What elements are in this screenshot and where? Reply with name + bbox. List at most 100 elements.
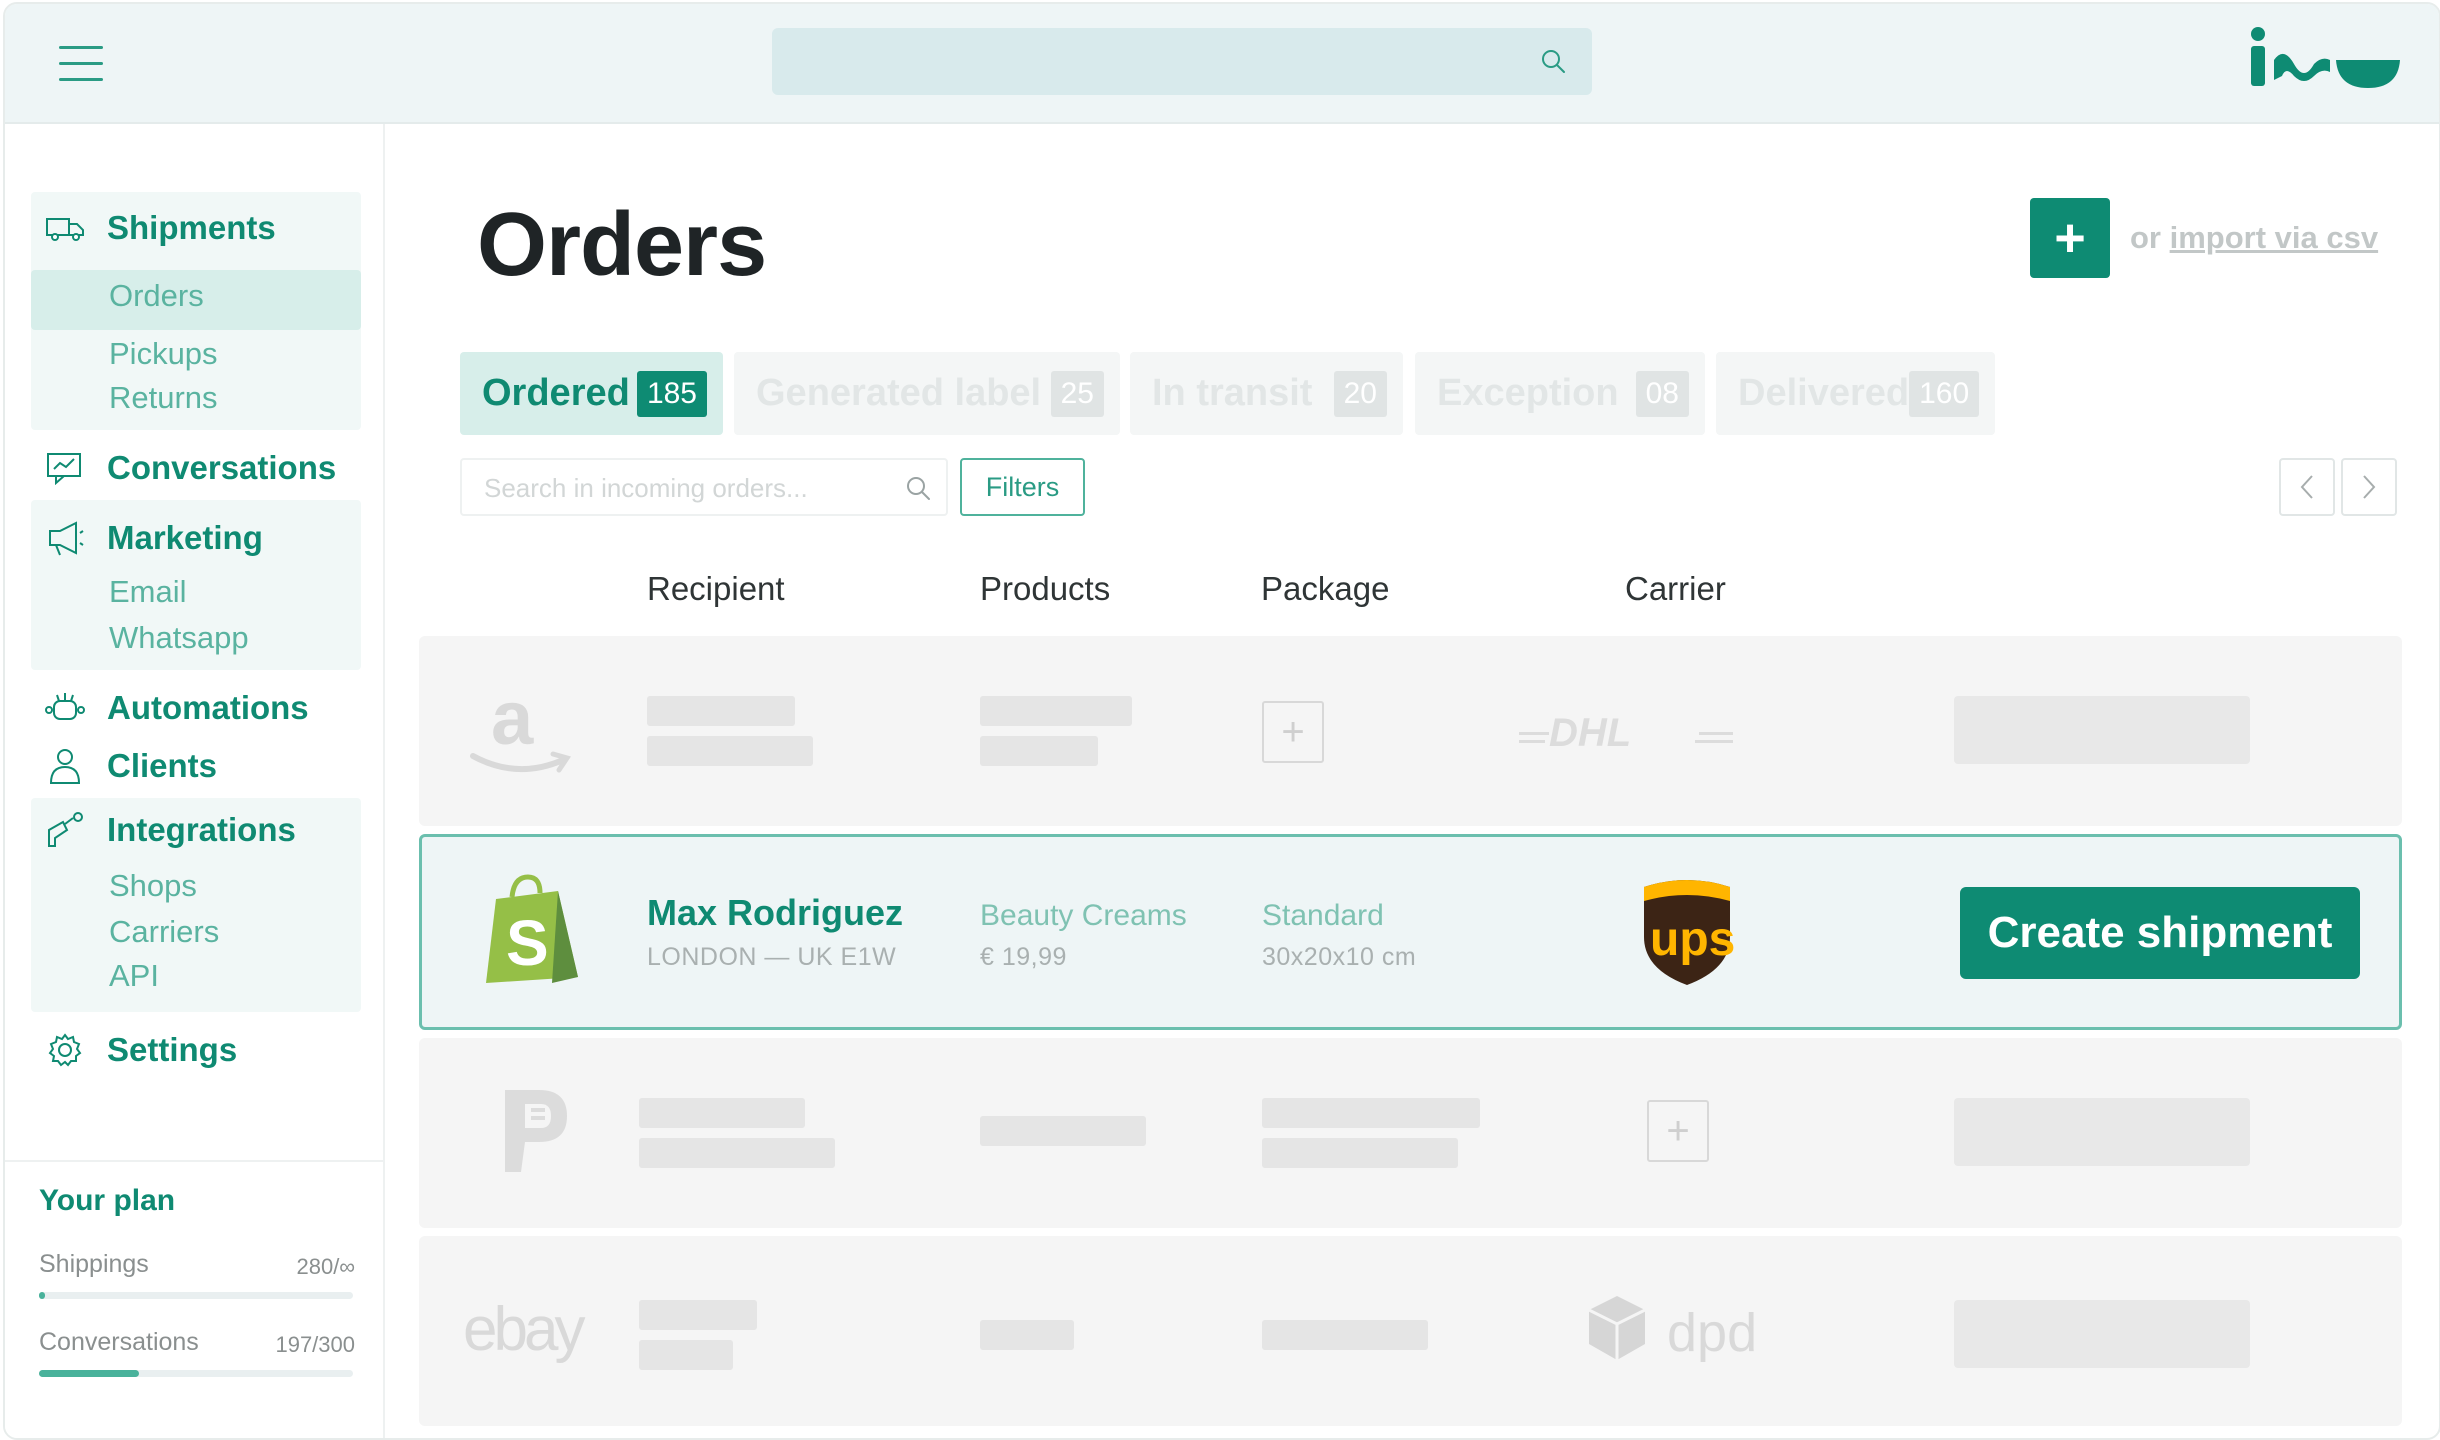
tab-count: 20 [1333,370,1387,417]
top-bar [5,4,2439,124]
filters-button[interactable]: Filters [960,458,1085,516]
amazon-logo: a [470,686,571,773]
add-carrier-icon[interactable]: + [1647,1100,1709,1162]
sidebar-item-integrations[interactable]: Integrations [31,808,296,852]
main-content: Orders + or import via csv Ordered 185 G… [385,124,2439,1438]
search-icon [1542,50,1565,73]
sidebar-item-orders[interactable]: Orders [109,278,204,314]
placeholder-bar [980,696,1132,726]
tab-generated-label[interactable]: Generated label 25 [734,352,1120,435]
import-csv-link[interactable]: import via csv [2170,220,2378,255]
plan-shippings-value: 280/∞ [296,1254,355,1279]
placeholder-bar [639,1138,835,1168]
sidebar-item-marketing[interactable]: Marketing [31,516,263,560]
prev-page-button[interactable] [2279,458,2335,516]
sidebar-item-label: Automations [107,689,309,726]
recipient-address: LONDON — UK E1W [647,943,897,971]
placeholder-bar [647,736,813,766]
plan-shippings-bar [39,1292,353,1299]
sidebar-item-automations[interactable]: Automations [31,686,309,730]
tab-label: Exception [1437,372,1619,414]
brand-logo[interactable] [2250,26,2402,95]
global-search-input[interactable] [772,28,1592,95]
dpd-cube-icon [1588,1296,1646,1360]
sidebar-item-carriers[interactable]: Carriers [109,914,219,950]
product-name: Beauty Creams [980,899,1187,932]
user-icon [45,746,85,786]
menu-icon[interactable] [59,44,103,82]
ebay-logo: ebay [463,1295,585,1364]
sidebar-item-pickups[interactable]: Pickups [109,336,218,372]
plan-conversations-value: 197/300 [275,1332,355,1357]
table-row[interactable]: + [419,1038,2402,1228]
sidebar-item-label: Integrations [107,811,296,848]
paypal-logo [505,1090,567,1172]
import-prefix: or [2130,220,2170,255]
tab-label: In transit [1152,372,1313,414]
dpd-logo: dpd [1667,1303,1758,1363]
svg-text:ups: ups [1650,913,1734,966]
table-row[interactable]: a + DHL [419,636,2402,826]
plan-conversations-fill [39,1370,140,1377]
placeholder-bar [1262,1320,1428,1350]
orders-search [460,458,948,516]
placeholder-bar [980,736,1098,766]
plug-icon [45,810,85,850]
sidebar-item-label: Settings [107,1031,238,1068]
plan-conversations-bar [39,1370,353,1377]
plan-shippings-label: Shippings [39,1250,149,1278]
dhl-logo: DHL [1519,716,1733,752]
placeholder-bar [639,1098,805,1128]
sidebar-item-label: Conversations [107,449,337,486]
tab-count: 160 [1909,370,1980,417]
app-window: Shipments Orders Pickups Returns Convers… [3,2,2440,1440]
sidebar-item-label: Shipments [107,209,276,246]
sidebar-item-shops[interactable]: Shops [109,868,197,904]
sidebar-item-clients[interactable]: Clients [31,744,217,788]
orders-search-input[interactable] [482,472,886,505]
column-recipient: Recipient [647,570,785,607]
column-package: Package [1261,570,1390,607]
shopify-logo: S [486,874,578,983]
package-type: Standard [1262,899,1384,932]
next-page-button[interactable] [2341,458,2397,516]
plan-title: Your plan [39,1184,176,1217]
page-title: Orders [477,195,767,295]
tab-delivered[interactable]: Delivered 160 [1716,352,1995,435]
sidebar-item-conversations[interactable]: Conversations [31,446,336,490]
placeholder-bar [980,1116,1146,1146]
ups-logo: ups [1644,880,1734,985]
table-row-selected[interactable]: S Max Rodriguez LONDON — UK E1W Beauty C… [419,834,2402,1030]
sidebar-item-shipments[interactable]: Shipments [31,206,276,250]
add-order-button[interactable]: + [2030,198,2110,278]
add-package-icon[interactable]: + [1262,701,1324,763]
chevron-left-icon [2300,475,2313,499]
column-carrier: Carrier [1625,570,1726,607]
tab-ordered[interactable]: Ordered 185 [460,352,723,435]
plan-panel: Your plan Shippings 280/∞ Conversations … [5,1160,383,1438]
sidebar-item-returns[interactable]: Returns [109,380,218,416]
plan-shippings-fill [39,1292,46,1299]
tab-count: 25 [1050,370,1104,417]
chat-icon [45,448,85,488]
column-products: Products [980,570,1111,607]
sidebar: Shipments Orders Pickups Returns Convers… [5,124,385,1438]
svg-text:a: a [491,686,534,761]
placeholder-action [1954,1300,2250,1368]
sidebar-item-api[interactable]: API [109,958,159,994]
dhl-wordmark: DHL [1549,716,1631,752]
chevron-right-icon [2363,475,2376,499]
sidebar-item-email[interactable]: Email [109,574,187,610]
placeholder-bar [639,1300,757,1330]
sidebar-item-whatsapp[interactable]: Whatsapp [109,620,249,656]
placeholder-bar [980,1320,1074,1350]
tab-exception[interactable]: Exception 08 [1415,352,1705,435]
sidebar-item-settings[interactable]: Settings [31,1028,237,1072]
import-text: or import via csv [2130,220,2378,256]
create-shipment-button[interactable]: Create shipment [1960,887,2360,979]
placeholder-bar [1262,1098,1480,1128]
table-row[interactable]: ebay dpd [419,1236,2402,1426]
sidebar-item-label: Marketing [107,519,263,556]
tab-in-transit[interactable]: In transit 20 [1130,352,1403,435]
tab-label: Delivered [1738,372,1910,414]
